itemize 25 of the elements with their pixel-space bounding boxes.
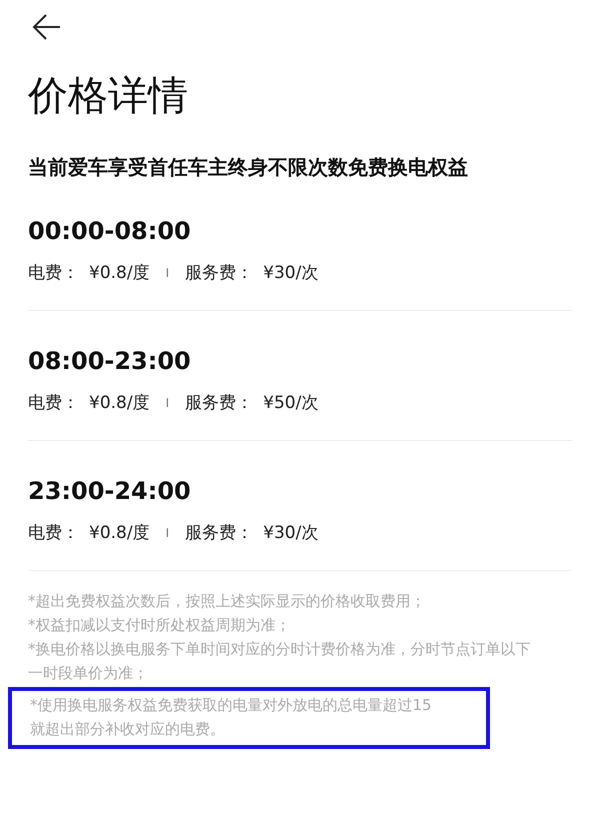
page-title: 价格详情 <box>28 72 188 120</box>
highlighted-note: *使用换电服务权益免费获取的电量对外放电的总电量超过15 就超出部分补收对应的电费。 <box>8 687 490 749</box>
electricity-fee-price: ¥0.8/度 <box>89 392 150 414</box>
electricity-fee-label: 电费： <box>28 522 79 544</box>
service-fee-label: 服务费： <box>185 392 254 414</box>
separator-text: I <box>166 526 170 540</box>
electricity-fee-price: ¥0.8/度 <box>89 262 150 284</box>
separator-text: I <box>166 396 170 410</box>
note-text: *换电价格以换电服务下单时间对应的分时计费价格为准，分时节点订单以下一时段单价为准； <box>27 639 532 684</box>
service-fee-label: 服务费： <box>185 262 254 284</box>
time-range: 08:00-23:00 <box>28 347 191 375</box>
service-fee-price: ¥30/次 <box>263 522 318 544</box>
service-fee-label: 服务费： <box>185 522 254 544</box>
note-text: *超出免费权益次数后，按照上述实际显示的价格收取费用； <box>27 591 426 612</box>
separator-text: I <box>166 266 170 280</box>
electricity-fee-label: 电费： <box>28 262 79 284</box>
time-range: 00:00-08:00 <box>28 217 191 245</box>
time-range: 23:00-24:00 <box>28 477 191 505</box>
back-arrow-icon[interactable] <box>32 12 62 42</box>
benefit-subtitle: 当前爱车享受首任车主终身不限次数免费换电权益 <box>28 154 468 181</box>
service-fee-price: ¥30/次 <box>263 262 318 284</box>
electricity-fee-label: 电费： <box>28 392 79 414</box>
electricity-fee-price: ¥0.8/度 <box>89 522 150 544</box>
note-text: *权益扣减以支付时所处权益周期为准； <box>27 615 292 636</box>
service-fee-price: ¥50/次 <box>263 392 318 414</box>
